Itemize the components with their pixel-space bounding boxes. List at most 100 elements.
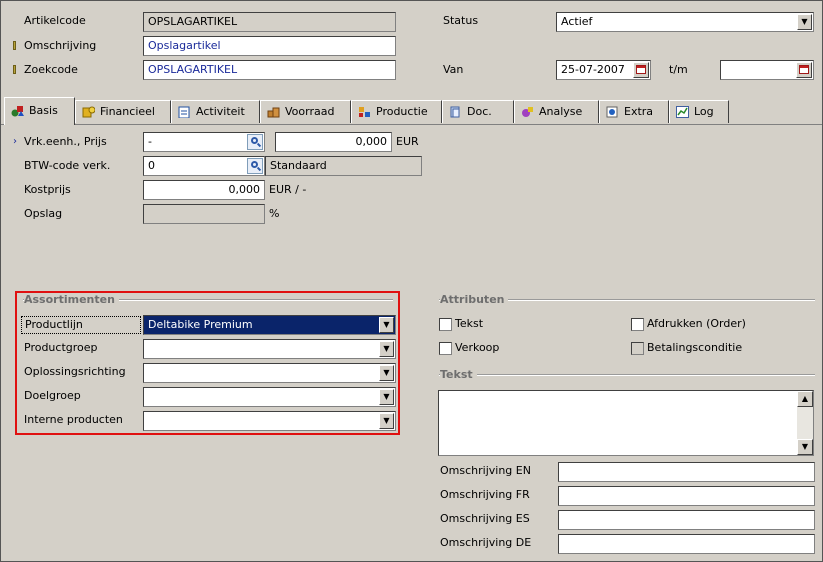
chevron-down-icon[interactable]: ▼ bbox=[797, 14, 812, 30]
tab-label: Extra bbox=[624, 105, 654, 118]
analysis-icon bbox=[522, 107, 533, 117]
tekst-checkbox-label: Tekst bbox=[455, 317, 484, 330]
group-divider bbox=[439, 374, 815, 376]
btw-code-input[interactable]: 0 bbox=[143, 156, 265, 176]
tab-productie[interactable]: Productie bbox=[351, 100, 442, 123]
omschrijving-es-input[interactable] bbox=[558, 510, 815, 530]
omschrijving-label: Omschrijving bbox=[24, 39, 97, 52]
tm-label: t/m bbox=[669, 63, 688, 76]
artikelcode-label: Artikelcode bbox=[24, 14, 86, 27]
tab-voorraad[interactable]: Voorraad bbox=[260, 100, 351, 123]
tab-bar: Basis Financieel Activiteit Voorraad Pro… bbox=[1, 97, 822, 125]
van-date-input[interactable]: 25-07-2007 bbox=[556, 60, 651, 80]
tab-label: Log bbox=[694, 105, 714, 118]
verkoop-checkbox[interactable] bbox=[439, 342, 452, 355]
chevron-down-icon[interactable]: ▼ bbox=[379, 341, 394, 357]
chevron-down-icon[interactable]: ▼ bbox=[379, 413, 394, 429]
productgroep-label: Productgroep bbox=[24, 341, 98, 354]
required-marker bbox=[13, 41, 16, 50]
tab-label: Productie bbox=[376, 105, 428, 118]
chart-icon bbox=[676, 106, 689, 118]
calendar-icon[interactable] bbox=[633, 62, 649, 78]
status-label: Status bbox=[443, 14, 479, 27]
scroll-down-icon[interactable]: ▼ bbox=[797, 439, 813, 455]
scrollbar[interactable]: ▲ ▼ bbox=[797, 391, 813, 455]
vrk-label: Vrk.eenh., Prijs bbox=[24, 135, 107, 148]
kostprijs-label: Kostprijs bbox=[24, 183, 71, 196]
tekst-title: Tekst bbox=[440, 368, 477, 382]
shapes-icon bbox=[11, 106, 24, 117]
productlijn-select[interactable]: Deltabike Premium ▼ bbox=[143, 315, 396, 335]
tab-analyse[interactable]: Analyse bbox=[514, 100, 599, 123]
status-select[interactable]: Actief ▼ bbox=[556, 12, 814, 32]
btw-description-field: Standaard bbox=[265, 156, 422, 176]
opslag-label: Opslag bbox=[24, 207, 63, 220]
opslag-field bbox=[143, 204, 265, 224]
required-marker bbox=[13, 65, 16, 74]
blocks-icon bbox=[359, 107, 370, 117]
btw-label: BTW-code verk. bbox=[24, 159, 111, 172]
zoekcode-label: Zoekcode bbox=[24, 63, 78, 76]
omschrijving-fr-label: Omschrijving FR bbox=[440, 488, 530, 501]
status-value: Actief bbox=[561, 15, 593, 28]
current-row-arrow-icon: › bbox=[13, 136, 17, 147]
tab-label: Analyse bbox=[539, 105, 583, 118]
omschrijving-input[interactable]: Opslagartikel bbox=[143, 36, 396, 56]
tekst-textarea[interactable]: ▲ ▼ bbox=[438, 390, 814, 456]
tekst-checkbox[interactable] bbox=[439, 318, 452, 331]
omschrijving-de-label: Omschrijving DE bbox=[440, 536, 532, 549]
zoekcode-input[interactable]: OPSLAGARTIKEL bbox=[143, 60, 396, 80]
tab-activiteit[interactable]: Activiteit bbox=[171, 100, 260, 123]
productlijn-label: Productlijn bbox=[21, 316, 141, 334]
boxes-icon bbox=[267, 107, 280, 118]
extra-icon bbox=[606, 106, 618, 118]
omschrijving-en-input[interactable] bbox=[558, 462, 815, 482]
attributen-title: Attributen bbox=[440, 293, 509, 307]
btw-code-value: 0 bbox=[148, 159, 155, 172]
oplossingsrichting-label: Oplossingsrichting bbox=[24, 365, 126, 378]
oplossingsrichting-select[interactable]: ▼ bbox=[143, 363, 396, 383]
kostprijs-unit-label: EUR / - bbox=[269, 183, 307, 196]
productgroep-select[interactable]: ▼ bbox=[143, 339, 396, 359]
tab-doc[interactable]: Doc. bbox=[442, 100, 514, 123]
verkoop-checkbox-label: Verkoop bbox=[455, 341, 500, 354]
van-label: Van bbox=[443, 63, 464, 76]
lookup-icon[interactable] bbox=[247, 158, 263, 174]
omschrijving-es-label: Omschrijving ES bbox=[440, 512, 530, 525]
lookup-icon[interactable] bbox=[247, 134, 263, 150]
vrk-unit-input[interactable]: - bbox=[143, 132, 265, 152]
omschrijving-en-label: Omschrijving EN bbox=[440, 464, 531, 477]
omschrijving-de-input[interactable] bbox=[558, 534, 815, 554]
chevron-down-icon[interactable]: ▼ bbox=[379, 365, 394, 381]
chevron-down-icon[interactable]: ▼ bbox=[379, 317, 394, 333]
vrk-price-input[interactable]: 0,000 bbox=[275, 132, 392, 152]
coins-icon bbox=[82, 106, 95, 118]
omschrijving-fr-input[interactable] bbox=[558, 486, 815, 506]
tab-extra[interactable]: Extra bbox=[599, 100, 669, 123]
vrk-unit-value: - bbox=[148, 135, 152, 148]
betalingsconditie-checkbox bbox=[631, 342, 644, 355]
afdrukken-checkbox-label: Afdrukken (Order) bbox=[647, 317, 746, 330]
tab-label: Basis bbox=[29, 104, 58, 117]
tm-date-input[interactable] bbox=[720, 60, 814, 80]
tab-label: Voorraad bbox=[285, 105, 335, 118]
afdrukken-checkbox[interactable] bbox=[631, 318, 644, 331]
tab-financieel[interactable]: Financieel bbox=[75, 100, 171, 123]
chevron-down-icon[interactable]: ▼ bbox=[379, 389, 394, 405]
van-date-value: 25-07-2007 bbox=[561, 63, 625, 76]
artikelcode-field: OPSLAGARTIKEL bbox=[143, 12, 396, 32]
interne-producten-select[interactable]: ▼ bbox=[143, 411, 396, 431]
scroll-up-icon[interactable]: ▲ bbox=[797, 391, 813, 407]
betalingsconditie-checkbox-label: Betalingsconditie bbox=[647, 341, 743, 354]
doelgroep-select[interactable]: ▼ bbox=[143, 387, 396, 407]
kostprijs-input[interactable]: 0,000 bbox=[143, 180, 265, 200]
interne-producten-label: Interne producten bbox=[24, 413, 123, 426]
calendar-icon[interactable] bbox=[796, 62, 812, 78]
doelgroep-label: Doelgroep bbox=[24, 389, 81, 402]
tab-label: Financieel bbox=[100, 105, 155, 118]
productlijn-value: Deltabike Premium bbox=[148, 318, 253, 331]
vrk-currency-label: EUR bbox=[396, 135, 419, 148]
tab-basis[interactable]: Basis bbox=[4, 97, 75, 125]
tab-log[interactable]: Log bbox=[669, 100, 729, 123]
document-icon bbox=[450, 106, 460, 118]
